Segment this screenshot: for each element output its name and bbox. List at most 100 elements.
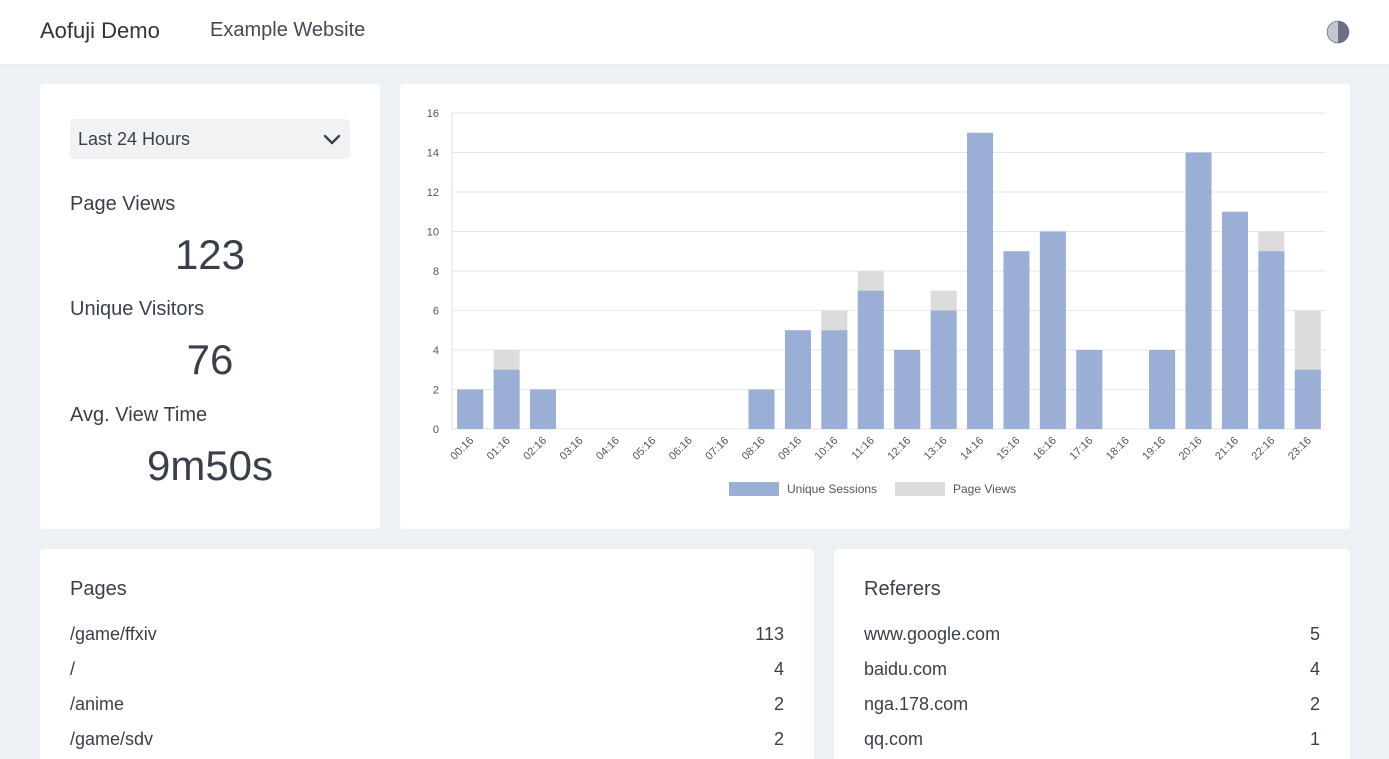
referer-domain: nga.178.com xyxy=(864,694,969,714)
x-tick-label: 17:16 xyxy=(1067,435,1095,463)
avg-view-time-value: 9m50s xyxy=(146,442,274,489)
unique-sessions-bar xyxy=(1294,369,1321,429)
unique-sessions-bar xyxy=(493,369,520,429)
unique-sessions-bar xyxy=(967,132,994,429)
stats-card: Last 24 Hours Page Views 123 Unique Visi… xyxy=(40,84,380,529)
list-item[interactable]: / 4 xyxy=(70,659,784,683)
unique-sessions-bar xyxy=(748,389,775,429)
list-item[interactable]: nga.178.com 2 xyxy=(864,694,1320,718)
y-tick-label: 8 xyxy=(433,266,439,278)
x-tick-label: 07:16 xyxy=(703,435,731,463)
half-circle-contrast-icon xyxy=(1326,20,1350,44)
legend-label-unique-sessions: Unique Sessions xyxy=(787,482,877,496)
legend-swatch-unique-sessions xyxy=(729,482,779,496)
x-tick-label: 09:16 xyxy=(776,435,804,463)
unique-sessions-bar xyxy=(457,389,484,429)
legend-label-page-views: Page Views xyxy=(953,482,1016,496)
referer-domain: qq.com xyxy=(864,729,924,749)
referer-domain: www.google.com xyxy=(864,624,1001,644)
x-tick-label: 03:16 xyxy=(558,435,586,463)
x-tick-label: 13:16 xyxy=(922,435,950,463)
traffic-chart-card: 0 2 4 6 8 10 12 14 16 00:16 01:16 02:16 03:16 04:16 05… xyxy=(400,84,1350,529)
time-range-select[interactable]: Last 24 Hours xyxy=(70,119,350,159)
unique-sessions-bar xyxy=(1221,211,1248,429)
list-item[interactable]: /game/ffxiv 113 xyxy=(70,624,784,648)
y-tick-label: 10 xyxy=(427,227,439,239)
list-item[interactable]: www.google.com 5 xyxy=(864,624,1320,648)
page-views-value: 123 xyxy=(174,231,246,278)
page-count: 2 xyxy=(773,729,784,749)
referers-card: Referers www.google.com 5 baidu.com 4 ng… xyxy=(834,549,1350,759)
x-tick-label: 15:16 xyxy=(995,435,1023,463)
theme-toggle-button[interactable] xyxy=(1326,20,1350,44)
x-tick-label: 21:16 xyxy=(1213,435,1241,463)
unique-sessions-bar xyxy=(930,310,957,429)
unique-sessions-bar xyxy=(1185,152,1212,429)
unique-sessions-bar xyxy=(1039,231,1066,429)
x-tick-label: 11:16 xyxy=(850,435,877,462)
traffic-bar-chart: 0 2 4 6 8 10 12 14 16 00:16 01:16 02:16 03:16 04:16 05… xyxy=(427,108,1326,496)
y-tick-label: 2 xyxy=(433,385,439,397)
x-tick-label: 02:16 xyxy=(521,435,549,463)
unique-sessions-bar xyxy=(1076,350,1103,429)
brand-title[interactable]: Aofuji Demo xyxy=(40,18,160,44)
y-tick-label: 0 xyxy=(433,424,439,436)
referer-count: 2 xyxy=(1309,694,1320,714)
top-bar: Aofuji Demo Example Website xyxy=(0,0,1389,64)
y-tick-label: 12 xyxy=(427,187,439,199)
y-tick-label: 6 xyxy=(433,306,439,318)
unique-sessions-bar xyxy=(857,290,884,429)
x-tick-label: 08:16 xyxy=(740,435,768,463)
unique-sessions-bar xyxy=(1149,350,1176,429)
unique-sessions-bar xyxy=(894,350,921,429)
referer-count: 1 xyxy=(1309,729,1320,749)
x-tick-label: 16:16 xyxy=(1031,435,1059,463)
x-tick-label: 01:16 xyxy=(485,435,513,463)
referer-count: 5 xyxy=(1309,624,1320,644)
pages-title: Pages xyxy=(70,578,127,600)
unique-sessions-bar xyxy=(784,330,811,429)
site-name[interactable]: Example Website xyxy=(210,19,365,42)
y-tick-label: 14 xyxy=(427,148,439,160)
pages-card: Pages /game/ffxiv 113 / 4 /anime 2 /game… xyxy=(40,549,814,759)
x-tick-label: 10:16 xyxy=(813,435,841,463)
page-path: /game/sdv xyxy=(70,729,154,749)
x-tick-label: 19:16 xyxy=(1140,435,1168,463)
avg-view-time-label: Avg. View Time xyxy=(70,404,208,426)
unique-sessions-bar xyxy=(1258,251,1285,429)
page-path: /anime xyxy=(70,694,125,714)
page-path: / xyxy=(70,659,76,679)
x-tick-label: 14:16 xyxy=(958,435,986,463)
list-item[interactable]: baidu.com 4 xyxy=(864,659,1320,683)
x-tick-label: 12:16 xyxy=(885,435,913,463)
legend-swatch-page-views xyxy=(895,482,945,496)
page-views-label: Page Views xyxy=(70,193,176,215)
page-path: /game/ffxiv xyxy=(70,624,157,644)
referers-title: Referers xyxy=(864,578,941,600)
list-item[interactable]: /game/sdv 2 xyxy=(70,729,784,753)
x-tick-label: 04:16 xyxy=(594,435,622,463)
page-count: 113 xyxy=(755,624,784,644)
page-count: 2 xyxy=(773,694,784,714)
chevron-down-icon xyxy=(323,134,341,145)
y-tick-label: 4 xyxy=(433,345,439,357)
x-tick-label: 00:16 xyxy=(448,435,476,463)
x-tick-label: 18:16 xyxy=(1104,435,1132,463)
time-range-value: Last 24 Hours xyxy=(78,129,191,149)
x-tick-label: 06:16 xyxy=(667,435,695,463)
x-tick-label: 23:16 xyxy=(1286,435,1314,463)
y-tick-label: 16 xyxy=(427,108,439,120)
unique-sessions-bar xyxy=(1003,251,1030,429)
unique-visitors-label: Unique Visitors xyxy=(70,298,205,320)
list-item[interactable]: qq.com 1 xyxy=(864,729,1320,753)
x-tick-label: 20:16 xyxy=(1177,435,1205,463)
list-item[interactable]: /anime 2 xyxy=(70,694,784,718)
page-count: 4 xyxy=(773,659,784,679)
unique-sessions-bar xyxy=(530,389,557,429)
referer-domain: baidu.com xyxy=(864,659,948,679)
x-tick-label: 22:16 xyxy=(1250,435,1278,463)
referer-count: 4 xyxy=(1309,659,1320,679)
x-tick-label: 05:16 xyxy=(630,435,658,463)
unique-visitors-value: 76 xyxy=(186,336,234,383)
unique-sessions-bar xyxy=(821,330,848,429)
